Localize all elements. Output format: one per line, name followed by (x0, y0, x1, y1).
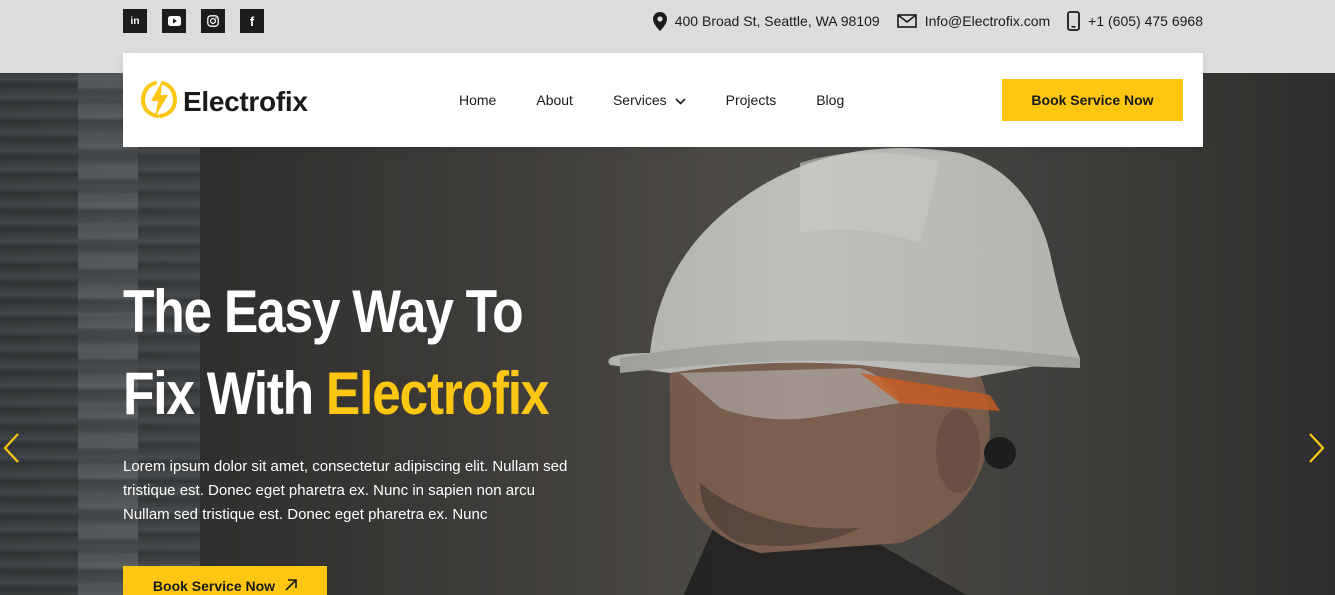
contact-info: 400 Broad St, Seattle, WA 98109 Info@Ele… (636, 10, 1203, 32)
phone-text: +1 (605) 475 6968 (1088, 13, 1203, 29)
nav-projects[interactable]: Projects (726, 92, 777, 108)
logo-text: Electrofix (183, 85, 308, 117)
arrow-up-right-icon (285, 578, 297, 594)
hero-button-label: Book Service Now (152, 578, 276, 594)
address-text: 400 Broad St, Seattle, WA 98109 (674, 13, 880, 29)
nav-about-label: About (536, 92, 573, 108)
headline-line-2: Fix With Electrofix (123, 353, 550, 435)
social-links: in f (123, 9, 264, 33)
headline-accent: Electrofix (325, 360, 550, 427)
chevron-down-icon (675, 92, 686, 108)
email-text: Info@Electrofix.com (924, 13, 1051, 29)
menu: Home About Services Projects Blog (459, 53, 884, 147)
logo[interactable]: Electrofix (140, 79, 308, 124)
phone-icon (1067, 11, 1081, 31)
lightning-bolt-icon (140, 79, 178, 124)
nav-services-label: Services (612, 92, 667, 108)
nav-services[interactable]: Services (613, 92, 686, 108)
nav-home-label: Home (459, 92, 497, 108)
nav-blog-label: Blog (816, 92, 845, 108)
headline-line-1: The Easy Way To (123, 278, 524, 345)
linkedin-label: in (130, 15, 140, 27)
nav-about[interactable]: About (536, 92, 573, 108)
address-item: 400 Broad St, Seattle, WA 98109 (652, 11, 880, 31)
nav-home[interactable]: Home (459, 92, 496, 108)
headline-prefix: Fix With (123, 360, 326, 427)
facebook-icon[interactable]: f (240, 9, 264, 33)
email-item[interactable]: Info@Electrofix.com (896, 13, 1051, 29)
location-pin-icon (652, 11, 667, 31)
slider-prev-arrow-icon[interactable] (2, 432, 22, 464)
hero-description: Lorem ipsum dolor sit amet, consectetur … (123, 458, 568, 523)
nav-blog[interactable]: Blog (816, 92, 844, 108)
main-navigation: Electrofix Home About Services Projects … (123, 53, 1203, 147)
book-service-button[interactable]: Book Service Now (1002, 79, 1183, 121)
facebook-label: f (249, 13, 255, 29)
youtube-icon[interactable] (162, 9, 186, 33)
mail-icon (896, 14, 917, 28)
phone-item[interactable]: +1 (605) 475 6968 (1067, 11, 1203, 31)
hero-headline: The Easy Way To Fix With Electrofix (123, 271, 550, 435)
hero-book-service-button[interactable]: Book Service Now (123, 566, 327, 595)
linkedin-icon[interactable]: in (123, 9, 147, 33)
nav-projects-label: Projects (725, 92, 777, 108)
instagram-icon[interactable] (201, 9, 225, 33)
slider-next-arrow-icon[interactable] (1306, 432, 1326, 464)
